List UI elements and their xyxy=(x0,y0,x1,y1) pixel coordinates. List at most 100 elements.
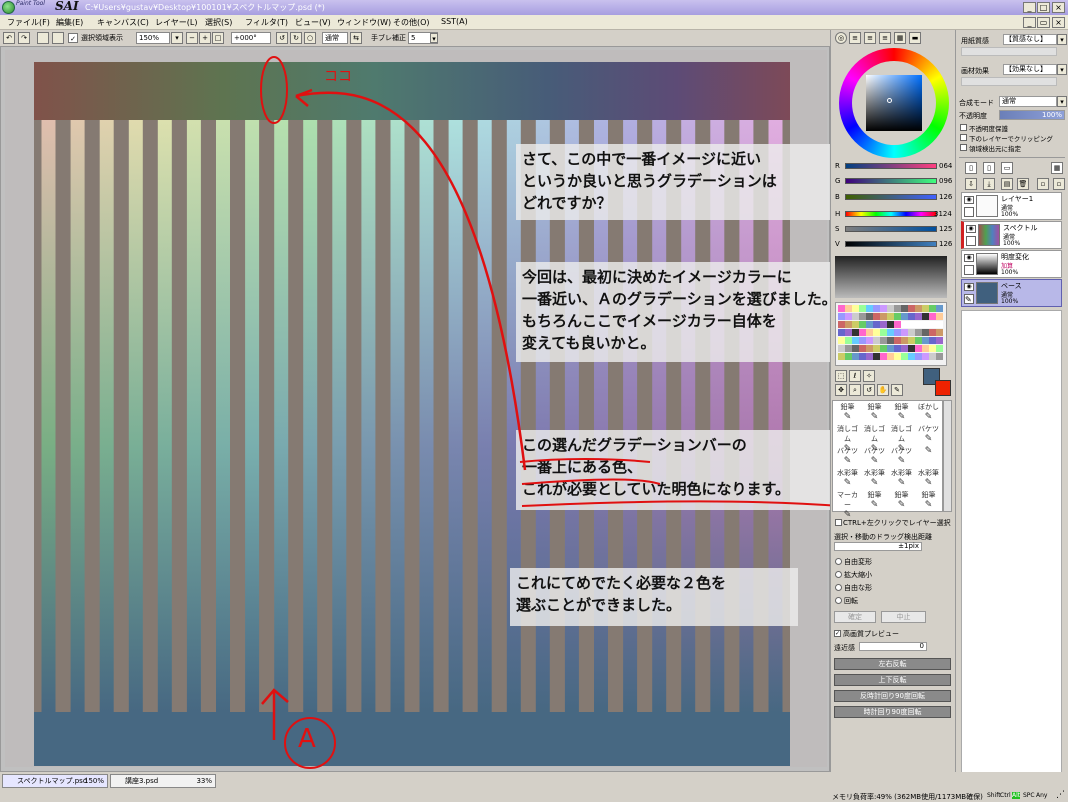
layer-list-empty-area[interactable] xyxy=(961,310,1062,784)
swatch-cell[interactable] xyxy=(922,321,929,328)
swatch-cell[interactable] xyxy=(873,329,880,336)
swatch-cell[interactable] xyxy=(866,337,873,344)
brush-slot[interactable]: ぼかし ✎ xyxy=(915,402,942,426)
apply-mask-icon[interactable]: ▫ xyxy=(1037,178,1049,190)
swatch-cell[interactable] xyxy=(901,345,908,352)
radio-free-transform[interactable] xyxy=(835,558,842,565)
swatch-cell[interactable] xyxy=(929,337,936,344)
new-folder-icon[interactable]: ▭ xyxy=(1001,162,1013,174)
doc-tab-lesson3[interactable]: 講座3.psd 33% xyxy=(110,774,216,788)
cancel-button[interactable]: 中止 xyxy=(881,611,926,623)
lasso-tool-icon[interactable]: ℓ xyxy=(849,370,861,382)
swatch-cell[interactable] xyxy=(915,321,922,328)
swatch-cell[interactable] xyxy=(887,337,894,344)
transfer-down-icon[interactable]: ⇩ xyxy=(965,178,977,190)
swatch-cell[interactable] xyxy=(922,329,929,336)
eyedropper-icon[interactable]: ✎ xyxy=(891,384,903,396)
swatch-cell[interactable] xyxy=(887,305,894,312)
swatch-cell[interactable] xyxy=(859,305,866,312)
swatch-cell[interactable] xyxy=(887,321,894,328)
swatch-cell[interactable] xyxy=(880,321,887,328)
swatch-cell[interactable] xyxy=(922,337,929,344)
brush-slot[interactable]: 鉛筆 ✎ xyxy=(834,402,861,426)
swatch-cell[interactable] xyxy=(852,345,859,352)
hq-preview-checkbox[interactable]: ✓ xyxy=(834,630,841,637)
brush-slot[interactable]: 消しゴム ✎ xyxy=(834,424,861,454)
rotate-tool-icon[interactable]: ↺ xyxy=(863,384,875,396)
rgb-slider-tab-icon[interactable]: ≡ xyxy=(849,32,861,44)
visibility-eye-icon[interactable]: ◉ xyxy=(964,283,974,291)
swatch-cell[interactable] xyxy=(866,345,873,352)
gradation-tab-icon[interactable]: ≡ xyxy=(879,32,891,44)
swatch-cell[interactable] xyxy=(845,329,852,336)
clear-layer-icon[interactable]: ▤ xyxy=(1001,178,1013,190)
new-linework-layer-icon[interactable]: ▯ xyxy=(983,162,995,174)
radio-rotate[interactable] xyxy=(835,597,842,604)
gradation-bars[interactable] xyxy=(835,256,947,298)
swatch-cell[interactable] xyxy=(936,321,943,328)
swatch-cell[interactable] xyxy=(901,313,908,320)
swatch-cell[interactable] xyxy=(887,353,894,360)
swatch-cell[interactable] xyxy=(838,313,845,320)
magic-wand-icon[interactable]: ✧ xyxy=(863,370,875,382)
swatch-cell[interactable] xyxy=(873,353,880,360)
swatch-cell[interactable] xyxy=(922,313,929,320)
swatch-cell[interactable] xyxy=(908,305,915,312)
swatch-cell[interactable] xyxy=(866,321,873,328)
swatch-cell[interactable] xyxy=(866,305,873,312)
swatch-cell[interactable] xyxy=(873,337,880,344)
ctrl-click-checkbox[interactable] xyxy=(835,519,842,526)
brush-slot[interactable]: 鉛筆 ✎ xyxy=(915,490,942,514)
h-slider[interactable] xyxy=(845,211,937,217)
layer-edit-icon[interactable]: ✎ xyxy=(964,294,974,304)
swatch-cell[interactable] xyxy=(929,313,936,320)
color-wheel-tab-icon[interactable]: ◎ xyxy=(835,32,847,44)
swatch-cell[interactable] xyxy=(859,337,866,344)
layer-item-layer1[interactable]: ◉ レイヤー1 通常 100% xyxy=(961,192,1062,220)
r-slider[interactable] xyxy=(845,163,937,169)
layer-item-base[interactable]: ◉ ✎ ベース 通常 100% xyxy=(961,279,1062,307)
swatch-cell[interactable] xyxy=(915,353,922,360)
swatch-cell[interactable] xyxy=(838,353,845,360)
merge-down-icon[interactable]: ⤓ xyxy=(983,178,995,190)
swatch-cell[interactable] xyxy=(838,345,845,352)
selection-tool-icon[interactable]: ⬚ xyxy=(835,370,847,382)
swatch-cell[interactable] xyxy=(922,305,929,312)
layer-item-brightness[interactable]: ◉ 明度変化 加算 100% xyxy=(961,250,1062,278)
swatch-cell[interactable] xyxy=(866,353,873,360)
brush-slot[interactable]: 鉛筆 ✎ xyxy=(861,402,888,426)
swatch-cell[interactable] xyxy=(880,345,887,352)
radio-scale[interactable] xyxy=(835,571,842,578)
drag-threshold-field[interactable]: ±1pix xyxy=(834,542,922,551)
swatch-cell[interactable] xyxy=(873,305,880,312)
effect-dropdown-icon[interactable]: ▾ xyxy=(1057,64,1067,75)
swatch-cell[interactable] xyxy=(859,345,866,352)
swatch-cell[interactable] xyxy=(908,321,915,328)
swatch-cell[interactable] xyxy=(929,345,936,352)
swatch-cell[interactable] xyxy=(915,337,922,344)
swatch-cell[interactable] xyxy=(929,353,936,360)
swatch-cell[interactable] xyxy=(922,353,929,360)
blend-mode-dropdown-icon[interactable]: ▾ xyxy=(1057,96,1067,107)
b-slider[interactable] xyxy=(845,194,937,200)
swatch-cell[interactable] xyxy=(915,345,922,352)
texture-dropdown-icon[interactable]: ▾ xyxy=(1057,34,1067,45)
selection-source-checkbox[interactable] xyxy=(960,144,967,151)
swatch-cell[interactable] xyxy=(852,305,859,312)
swatch-cell[interactable] xyxy=(880,353,887,360)
brush-scrollbar[interactable] xyxy=(943,400,952,512)
swatch-cell[interactable] xyxy=(929,329,936,336)
swatch-cell[interactable] xyxy=(887,329,894,336)
hand-tool-icon[interactable]: ✋ xyxy=(877,384,889,396)
swatch-cell[interactable] xyxy=(901,321,908,328)
swatch-cell[interactable] xyxy=(859,321,866,328)
swatch-cell[interactable] xyxy=(852,337,859,344)
ok-button[interactable]: 確定 xyxy=(834,611,876,623)
swatch-cell[interactable] xyxy=(901,329,908,336)
visibility-eye-icon[interactable]: ◉ xyxy=(964,196,974,204)
layer-select-checkbox[interactable] xyxy=(964,207,974,217)
swatch-cell[interactable] xyxy=(845,345,852,352)
resize-grip-icon[interactable]: ⋰ xyxy=(1056,790,1065,800)
swatch-cell[interactable] xyxy=(915,305,922,312)
swatch-cell[interactable] xyxy=(894,337,901,344)
